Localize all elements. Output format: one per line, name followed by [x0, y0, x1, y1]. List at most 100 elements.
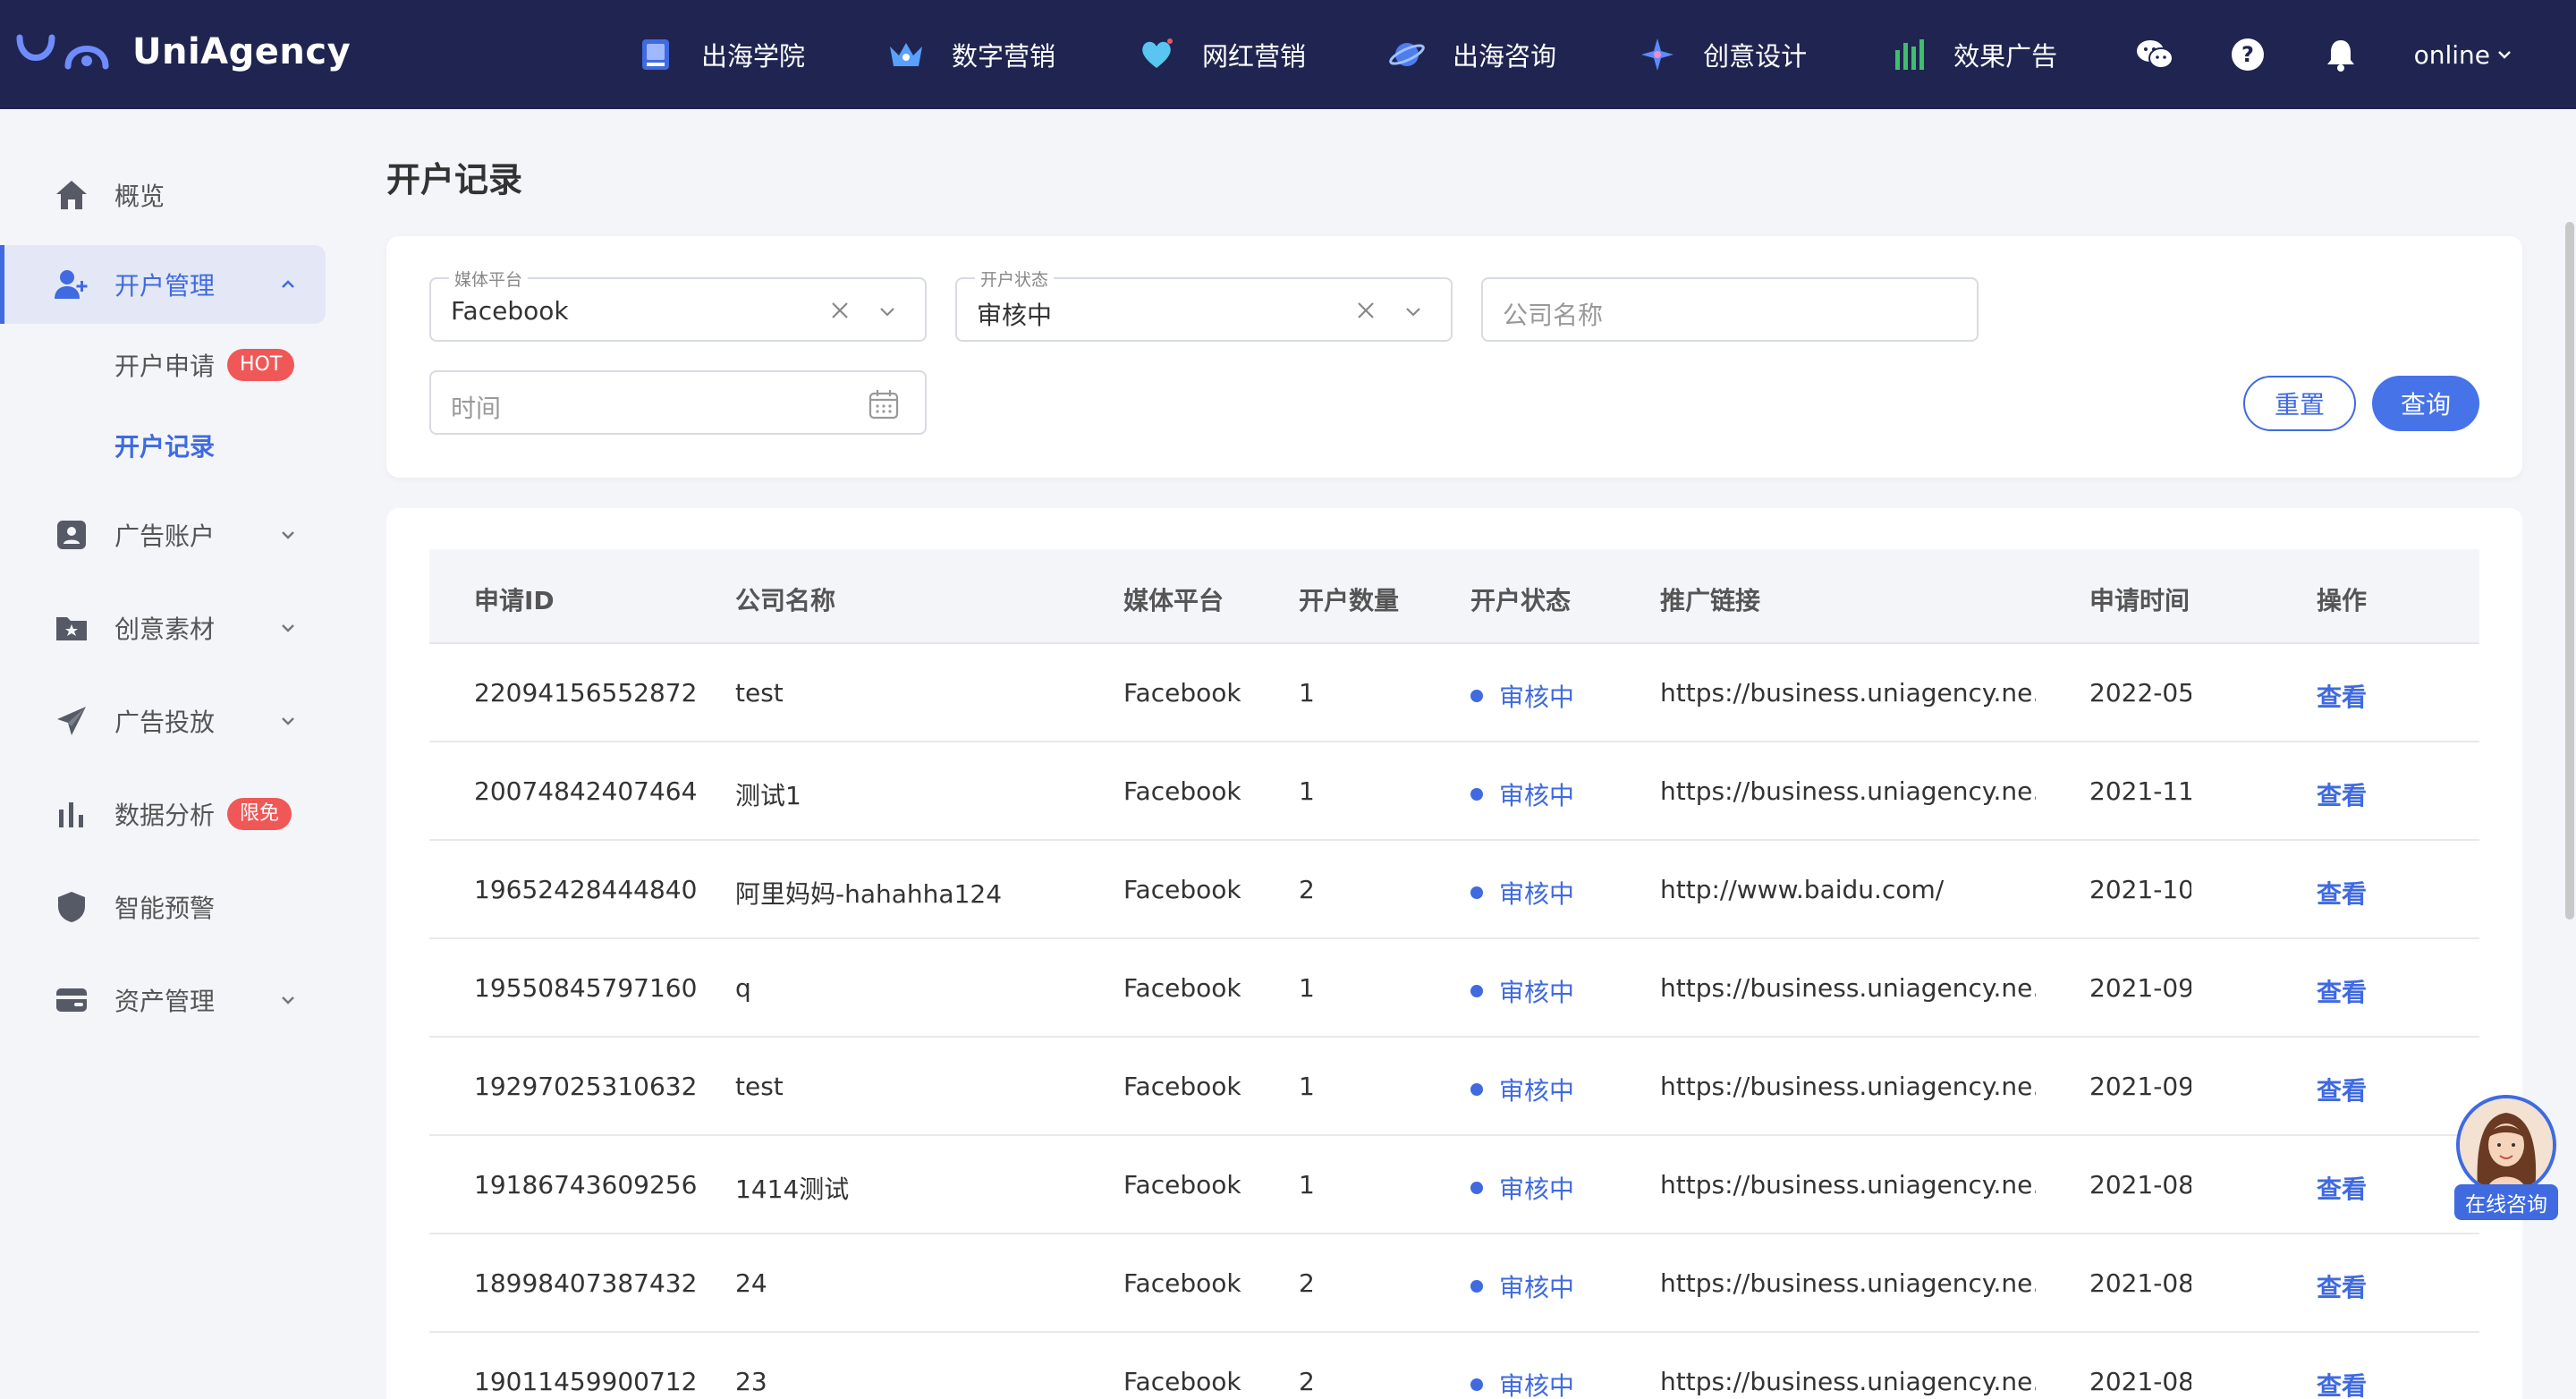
view-link[interactable]: 查看 [2317, 1268, 2367, 1304]
view-link[interactable]: 查看 [2317, 776, 2367, 812]
logo-icon [16, 34, 109, 70]
bell-icon[interactable] [2321, 35, 2360, 74]
company-name-input[interactable]: 公司名称 [1481, 277, 1979, 342]
chevron-down-icon [282, 531, 294, 539]
cell-link: https://business.uniagency.ne... [1660, 973, 2036, 1003]
brand-logo[interactable]: UniAgency [16, 25, 351, 79]
cell-platform: Facebook [1123, 1268, 1241, 1298]
clear-icon[interactable] [1354, 299, 1377, 322]
view-link[interactable]: 查看 [2317, 1367, 2367, 1399]
book-icon [637, 36, 674, 73]
topnav-digital-marketing[interactable]: 数字营销 [887, 36, 1055, 73]
sparkle-icon [1639, 36, 1676, 73]
chevron-down-icon[interactable] [1402, 301, 1424, 322]
status-select[interactable]: 开户状态 审核中 [955, 267, 1453, 342]
status-dot [1470, 1182, 1483, 1194]
table-row: 20074842407464 测试1 Facebook 1 审核中 https:… [429, 742, 2479, 841]
cell-status-text: 审核中 [1499, 879, 1575, 909]
cell-status: 审核中 [1470, 973, 1574, 1009]
sidebar-item-ad-delivery[interactable]: 广告投放 [0, 682, 326, 760]
cell-company: test [735, 678, 784, 708]
column-header: 操作 [2317, 586, 2368, 615]
cell-platform: Facebook [1123, 678, 1241, 708]
cell-id: 19652428444840 [474, 875, 698, 904]
cell-link: http://www.baidu.com/ [1660, 875, 1945, 904]
view-link[interactable]: 查看 [2317, 973, 2367, 1009]
cell-status: 审核中 [1470, 776, 1574, 812]
records-table: 申请ID 公司名称 媒体平台 开户数量 开户状态 推广链接 申请时间 操作 22… [386, 508, 2522, 1399]
help-icon[interactable]: ? [2228, 35, 2267, 74]
cell-company: 1414测试 [735, 1174, 850, 1204]
sidebar-sub-account-records[interactable]: 开户记录 [114, 428, 215, 463]
topnav-influencer-marketing[interactable]: 网红营销 [1138, 36, 1306, 73]
view-link[interactable]: 查看 [2317, 1170, 2367, 1206]
cell-time: 2021-11- [2089, 776, 2191, 806]
sidebar: 概览 开户管理 开户申请 HOT 开户记录 广告账户 创意素材 广告投放 数据分… [0, 109, 331, 1399]
chevron-down-icon[interactable] [877, 301, 898, 322]
cell-link: https://business.uniagency.ne... [1660, 1367, 2036, 1396]
id-card-icon [54, 517, 89, 553]
column-header: 开户数量 [1299, 586, 1400, 615]
time-picker[interactable]: 时间 [429, 370, 927, 435]
view-link[interactable]: 查看 [2317, 875, 2367, 911]
cell-status: 审核中 [1470, 875, 1574, 911]
user-status-dropdown[interactable]: online [2414, 40, 2513, 70]
topnav-creative-design[interactable]: 创意设计 [1639, 36, 1807, 73]
topnav-consulting[interactable]: 出海咨询 [1388, 36, 1556, 73]
cell-status: 审核中 [1470, 1268, 1574, 1304]
online-consult-widget[interactable]: 在线咨询 [2454, 1095, 2558, 1225]
column-header: 开户状态 [1470, 586, 1572, 615]
sidebar-item-asset-management[interactable]: 资产管理 [0, 961, 326, 1039]
sidebar-item-overview[interactable]: 概览 [0, 156, 326, 234]
sidebar-item-smart-alerts[interactable]: 智能预警 [0, 868, 326, 946]
reset-button[interactable]: 重置 [2243, 376, 2356, 431]
sidebar-item-creative-assets[interactable]: 创意素材 [0, 589, 326, 667]
cell-count: 1 [1299, 1170, 1315, 1200]
query-button[interactable]: 查询 [2372, 376, 2479, 431]
view-link[interactable]: 查看 [2317, 678, 2367, 714]
cell-count: 1 [1299, 1072, 1315, 1101]
scrollbar-thumb[interactable] [2565, 222, 2574, 920]
cell-time: 2021-10- [2089, 875, 2191, 904]
sidebar-sub-label: 开户申请 [114, 352, 216, 381]
folder-star-icon [54, 610, 89, 646]
sidebar-item-label: 概览 [114, 182, 165, 211]
cell-time: 2021-09- [2089, 973, 2191, 1003]
status-select-value: 审核中 [977, 301, 1053, 330]
cell-platform: Facebook [1123, 973, 1241, 1003]
column-header: 申请时间 [2089, 586, 2190, 615]
cell-count: 1 [1299, 678, 1315, 708]
sidebar-item-account-opening[interactable]: 开户管理 [0, 245, 326, 324]
sidebar-item-ad-accounts[interactable]: 广告账户 [0, 496, 326, 574]
crown-icon [887, 36, 925, 73]
cell-link: https://business.uniagency.ne... [1660, 1170, 2036, 1200]
cell-status-text: 审核中 [1499, 1076, 1575, 1106]
cell-id: 18998407387432 [474, 1268, 698, 1298]
calendar-icon[interactable] [868, 388, 900, 420]
platform-select[interactable]: 媒体平台 Facebook [429, 267, 927, 342]
sidebar-sub-account-apply[interactable]: 开户申请 HOT [114, 347, 295, 383]
cell-platform: Facebook [1123, 1367, 1241, 1396]
sidebar-item-data-analysis[interactable]: 数据分析 限免 [0, 775, 326, 853]
topnav-label: 效果广告 [1953, 41, 2058, 72]
chevron-down-icon [2498, 51, 2511, 59]
cell-status-text: 审核中 [1499, 1371, 1575, 1399]
heart-icon [1138, 36, 1175, 73]
wechat-icon[interactable] [2135, 35, 2174, 74]
view-link[interactable]: 查看 [2317, 1072, 2367, 1107]
home-icon [54, 177, 89, 213]
page-scrollbar[interactable] [2563, 109, 2576, 1399]
sidebar-item-label-wrap: 数据分析 限免 [114, 796, 292, 832]
clear-icon[interactable] [828, 299, 852, 322]
topnav-performance-ads[interactable]: 效果广告 [1889, 36, 2057, 73]
cell-time: 2022-05- [2089, 678, 2191, 708]
topnav-academy[interactable]: 出海学院 [637, 36, 805, 73]
brand-name: UniAgency [132, 31, 352, 72]
top-navbar: UniAgency 出海学院 数字营销 网红营销 出海咨询 创意设计 效果广告 … [0, 0, 2576, 109]
table-row: 19186743609256 1414测试 Facebook 1 审核中 htt… [429, 1136, 2479, 1234]
cell-company: 阿里妈妈-hahahha124 [735, 879, 1003, 909]
cell-status-text: 审核中 [1499, 978, 1575, 1007]
free-badge: 限免 [227, 798, 292, 830]
status-dot [1470, 1378, 1483, 1391]
cell-platform: Facebook [1123, 776, 1241, 806]
